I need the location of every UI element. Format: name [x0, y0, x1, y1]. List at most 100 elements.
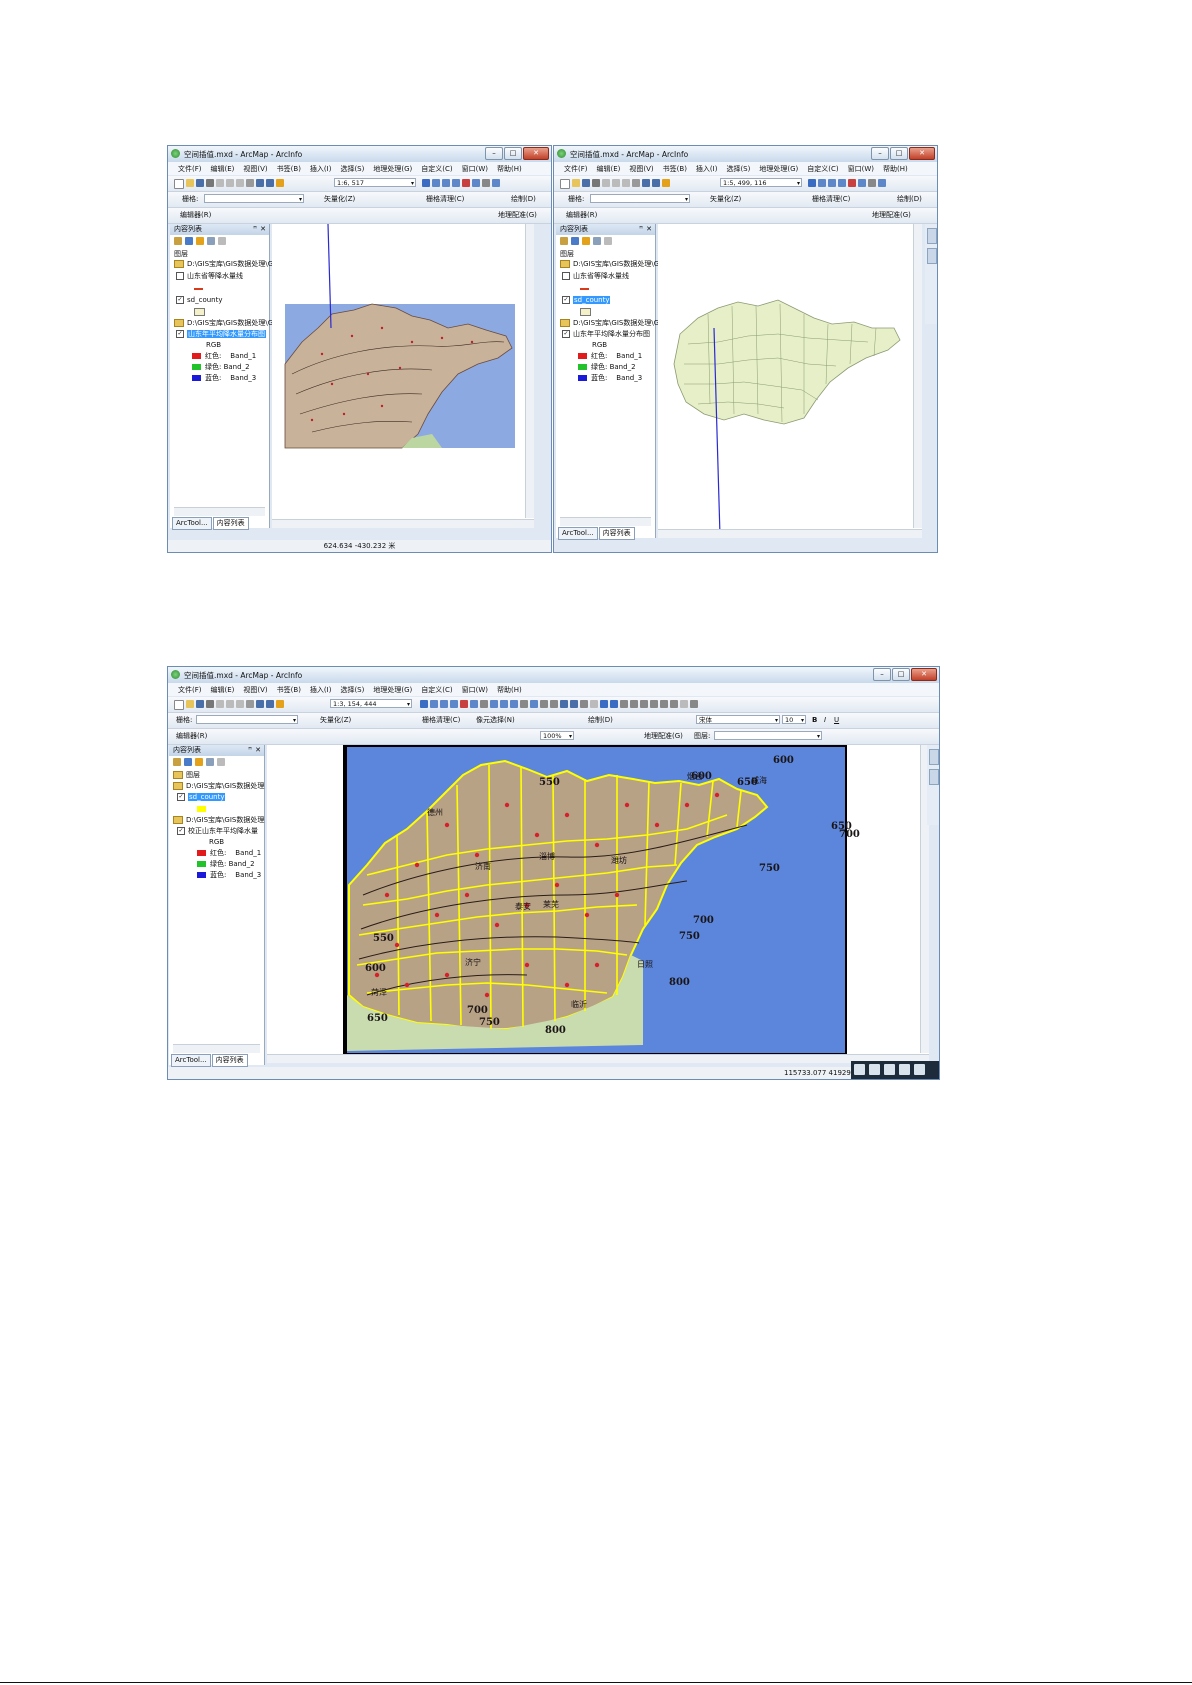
catalog-dock-tab[interactable] — [929, 749, 939, 765]
forward-icon[interactable] — [570, 700, 578, 708]
data-frame-path-2[interactable]: D:\GIS宝库\GIS数据处理\Gi — [560, 319, 661, 328]
undo-icon[interactable] — [256, 700, 264, 708]
layer-raster[interactable]: ✓ 山东年平均降水量分布图 — [562, 330, 650, 339]
list-by-visibility-icon[interactable] — [196, 237, 204, 245]
open-folder-icon[interactable] — [186, 179, 194, 187]
menu-geoprocessing[interactable]: 地理处理(G) — [759, 164, 798, 174]
open-folder-icon[interactable] — [572, 179, 580, 187]
menu-edit[interactable]: 编辑(E) — [597, 164, 621, 174]
select-elements-icon[interactable] — [600, 700, 608, 708]
save-icon[interactable] — [196, 179, 204, 187]
editor-menu[interactable]: 编辑器(R) — [180, 210, 211, 220]
zoom-out-icon[interactable] — [510, 700, 518, 708]
menu-geoprocessing[interactable]: 地理处理(G) — [373, 164, 412, 174]
map-horizontal-scrollbar[interactable] — [267, 1054, 929, 1063]
new-document-icon[interactable] — [174, 179, 184, 189]
raster-layer-combo[interactable] — [590, 194, 690, 204]
menu-edit[interactable]: 编辑(E) — [211, 685, 235, 695]
search-window-icon[interactable] — [838, 179, 846, 187]
list-by-source-icon[interactable] — [184, 758, 192, 766]
ime-icon[interactable] — [854, 1064, 865, 1075]
map-horizontal-scrollbar[interactable] — [658, 529, 922, 538]
menu-insert[interactable]: 插入(I) — [696, 164, 718, 174]
data-frame-path-1[interactable]: D:\GIS宝库\GIS数据处理\Gi — [560, 260, 661, 269]
tab-arctoolbox[interactable]: ArcTool... — [558, 527, 598, 540]
menu-bookmarks[interactable]: 书签(B) — [277, 685, 301, 695]
vectorize-menu[interactable]: 矢量化(Z) — [320, 715, 351, 725]
map-view[interactable] — [272, 224, 534, 528]
layer-sd-county[interactable]: ✓ sd_county — [562, 296, 611, 305]
find-route-icon[interactable] — [660, 700, 668, 708]
help-icon[interactable] — [490, 700, 498, 708]
vectorize-menu[interactable]: 矢量化(Z) — [710, 194, 741, 204]
layer-contour[interactable]: 山东省等降水量线 — [562, 272, 629, 281]
search-window-icon[interactable] — [452, 179, 460, 187]
tab-arctoolbox[interactable]: ArcTool... — [171, 1054, 211, 1067]
settings-icon[interactable] — [899, 1064, 910, 1075]
layer-visibility-checkbox[interactable]: ✓ — [176, 296, 184, 304]
add-data-icon[interactable] — [662, 179, 670, 187]
minimize-button[interactable]: – — [485, 147, 503, 160]
python-icon[interactable] — [472, 179, 480, 187]
menu-insert[interactable]: 插入(I) — [310, 164, 332, 174]
redo-icon[interactable] — [266, 700, 274, 708]
delete-icon[interactable] — [246, 700, 254, 708]
save-icon[interactable] — [582, 179, 590, 187]
toc-window-icon[interactable] — [818, 179, 826, 187]
toc-window-icon[interactable] — [430, 700, 438, 708]
layer-visibility-checkbox[interactable] — [176, 272, 184, 280]
pin-icon[interactable]: ꟸ — [253, 224, 257, 235]
map-view[interactable] — [658, 224, 922, 538]
menu-windows[interactable]: 窗口(W) — [462, 685, 488, 695]
print-icon[interactable] — [206, 179, 214, 187]
zoom-in-icon[interactable] — [878, 179, 886, 187]
layer-raster[interactable]: ✓ 校正山东年平均降水量 — [177, 827, 258, 836]
pin-icon[interactable]: ꟸ — [639, 224, 643, 235]
layer-visibility-checkbox[interactable] — [562, 272, 570, 280]
catalog-dock-tab[interactable] — [927, 228, 937, 244]
tab-arctoolbox[interactable]: ArcTool... — [172, 517, 212, 530]
editor-menu[interactable]: 编辑器(R) — [176, 731, 207, 741]
cut-icon[interactable] — [216, 179, 224, 187]
layer-contour[interactable]: 山东省等降水量线 — [176, 272, 243, 281]
georeferencing-menu[interactable]: 地理配准(G) — [498, 210, 537, 220]
select-features-icon[interactable] — [580, 700, 588, 708]
layer-sd-county[interactable]: ✓ sd_county — [177, 793, 226, 802]
zoom-in-icon[interactable] — [492, 179, 500, 187]
map-view[interactable]: 550 600 650 600 650 700 750 700 750 800 … — [267, 745, 929, 1063]
map-vertical-scrollbar[interactable] — [525, 224, 534, 518]
raster-clean-menu[interactable]: 栅格清理(C) — [812, 194, 850, 204]
raster-clean-menu[interactable]: 栅格清理(C) — [422, 715, 460, 725]
catalog-icon[interactable] — [828, 179, 836, 187]
measure-icon[interactable] — [640, 700, 648, 708]
map-scale-combo[interactable]: 1:3, 154, 444 — [330, 699, 412, 709]
map-scale-combo[interactable]: 1:6, 517 — [334, 178, 416, 188]
underline-button[interactable]: U — [834, 715, 839, 725]
python-icon[interactable] — [470, 700, 478, 708]
maximize-button[interactable]: □ — [892, 668, 910, 681]
bold-button[interactable]: B — [812, 715, 817, 725]
menu-view[interactable]: 视图(V) — [243, 164, 267, 174]
menu-bookmarks[interactable]: 书签(B) — [277, 164, 301, 174]
menu-customize[interactable]: 自定义(C) — [421, 685, 452, 695]
raster-layer-combo[interactable] — [196, 715, 298, 725]
arctoolbox-icon[interactable] — [848, 179, 856, 187]
undo-icon[interactable] — [256, 179, 264, 187]
model-builder-icon[interactable] — [868, 179, 876, 187]
toc-horizontal-scrollbar[interactable] — [560, 517, 651, 526]
editor-toolbar-icon[interactable] — [420, 700, 428, 708]
options-icon[interactable] — [218, 237, 226, 245]
data-frame-path-1[interactable]: D:\GIS宝库\GIS数据处理\Gi — [174, 260, 275, 269]
redo-icon[interactable] — [652, 179, 660, 187]
layer-visibility-checkbox[interactable]: ✓ — [176, 330, 184, 338]
layers-group[interactable]: 图层 — [173, 771, 200, 780]
menu-help[interactable]: 帮助(H) — [497, 685, 522, 695]
italic-button[interactable]: I — [824, 715, 826, 725]
menu-geoprocessing[interactable]: 地理处理(G) — [373, 685, 412, 695]
layer-visibility-checkbox[interactable]: ✓ — [177, 793, 185, 801]
paste-icon[interactable] — [236, 179, 244, 187]
delete-icon[interactable] — [632, 179, 640, 187]
raster-clean-menu[interactable]: 栅格清理(C) — [426, 194, 464, 204]
layers-group[interactable]: 图层 — [174, 250, 188, 259]
paste-icon[interactable] — [236, 700, 244, 708]
